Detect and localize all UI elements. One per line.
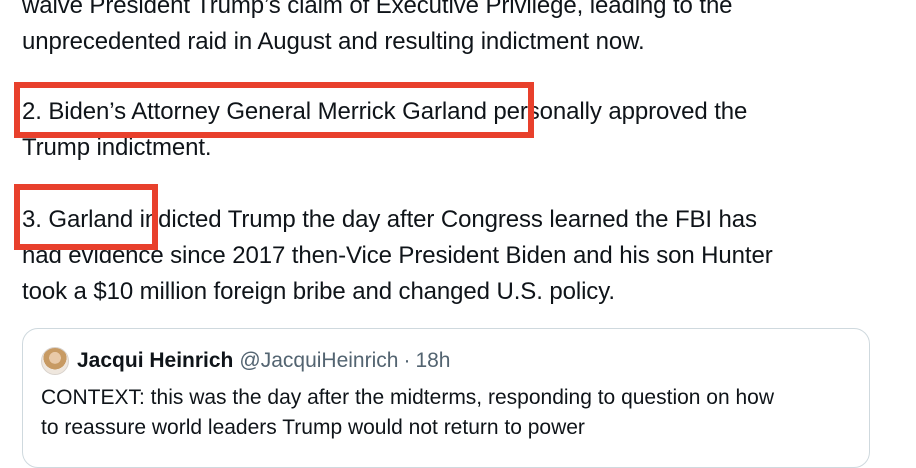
quoted-tweet-line: CONTEXT: this was the day after the midt… <box>41 386 775 409</box>
quoted-tweet-text: CONTEXT: this was the day after the midt… <box>41 383 861 443</box>
tweet-line: unprecedented raid in August and resulti… <box>22 28 645 55</box>
avatar[interactable] <box>41 347 69 375</box>
tweet-line: took a $10 million foreign bribe and cha… <box>22 278 615 305</box>
quoted-tweet-time[interactable]: 18h <box>415 349 450 373</box>
quoted-author-handle[interactable]: @JacquiHeinrich <box>239 349 398 373</box>
tweet-line: had evidence since 2017 then-Vice Presid… <box>22 242 773 269</box>
tweet-line: 2. Biden’s Attorney General Merrick Garl… <box>22 98 748 125</box>
tweet-line: Trump indictment. <box>22 134 212 161</box>
tweet-line: waive President Trump’s claim of Executi… <box>22 0 733 19</box>
quoted-tweet-line: to reassure world leaders Trump would no… <box>41 416 585 439</box>
tweet-line: 3. Garland indicted Trump the day after … <box>22 206 757 233</box>
quoted-author-name[interactable]: Jacqui Heinrich <box>77 349 233 373</box>
quoted-tweet-header: Jacqui Heinrich @JacquiHeinrich · 18h <box>41 347 451 375</box>
quoted-tweet-card[interactable]: Jacqui Heinrich @JacquiHeinrich · 18h CO… <box>22 328 870 468</box>
separator-dot: · <box>403 349 411 372</box>
